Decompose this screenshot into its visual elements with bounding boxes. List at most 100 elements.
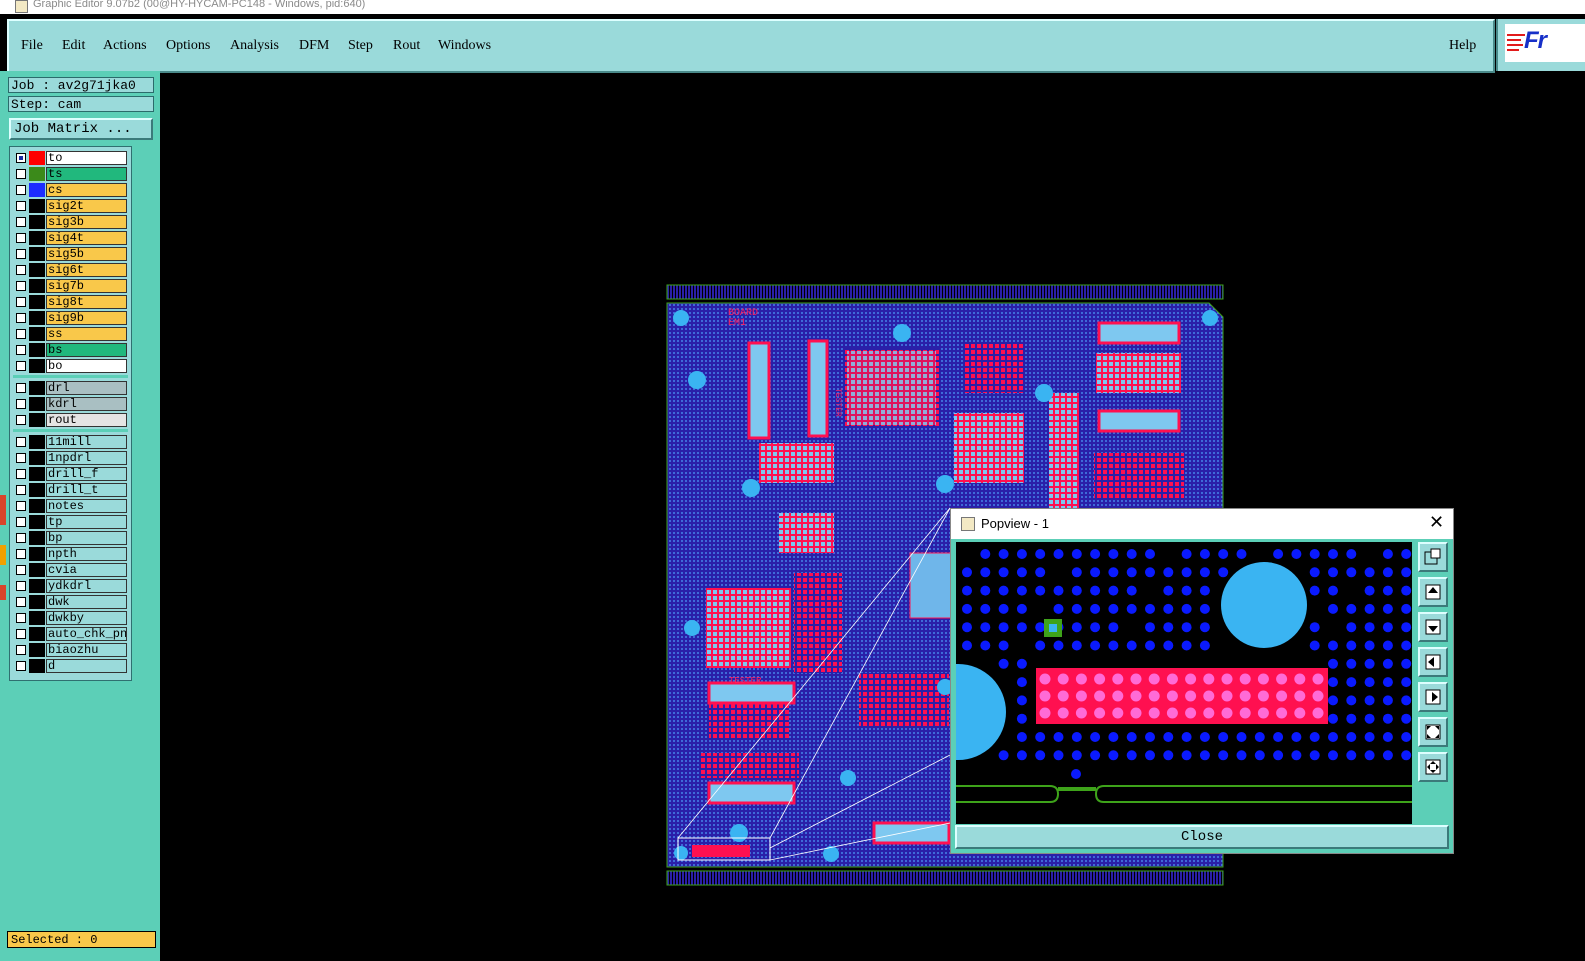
pan-up-button[interactable] (1418, 577, 1448, 607)
layer-color-swatch[interactable] (29, 499, 45, 513)
layer-color-swatch[interactable] (29, 359, 45, 373)
layer-color-swatch[interactable] (29, 167, 45, 181)
pan-left-button[interactable] (1418, 647, 1448, 677)
layer-checkbox[interactable] (16, 201, 26, 211)
menu-edit[interactable]: Edit (62, 38, 85, 54)
layer-row-dwkby[interactable]: dwkby (13, 611, 128, 625)
popview-zoom-button[interactable] (1418, 542, 1448, 572)
layer-row-sig2t[interactable]: sig2t (13, 199, 128, 213)
menu-rout[interactable]: Rout (393, 38, 420, 54)
layer-color-swatch[interactable] (29, 563, 45, 577)
layer-color-swatch[interactable] (29, 547, 45, 561)
layer-row-to[interactable]: to (13, 151, 128, 165)
layer-name[interactable]: drill_f (46, 467, 127, 481)
layer-color-swatch[interactable] (29, 263, 45, 277)
layer-checkbox[interactable] (16, 453, 26, 463)
job-matrix-button[interactable]: Job Matrix ... (9, 118, 153, 140)
layer-checkbox[interactable] (16, 533, 26, 543)
layer-checkbox[interactable] (16, 153, 26, 163)
layer-row-sig4t[interactable]: sig4t (13, 231, 128, 245)
layer-name[interactable]: npth (46, 547, 127, 561)
layer-row-ydkdrl[interactable]: ydkdrl (13, 579, 128, 593)
layer-checkbox[interactable] (16, 565, 26, 575)
layer-row-tp[interactable]: tp (13, 515, 128, 529)
layer-name[interactable]: notes (46, 499, 127, 513)
layer-checkbox[interactable] (16, 437, 26, 447)
menu-analysis[interactable]: Analysis (230, 38, 279, 54)
popview-canvas[interactable] (956, 542, 1412, 824)
layer-checkbox[interactable] (16, 597, 26, 607)
layer-name[interactable]: bs (46, 343, 127, 357)
layer-row-bs[interactable]: bs (13, 343, 128, 357)
layer-color-swatch[interactable] (29, 279, 45, 293)
home-button[interactable] (1418, 752, 1448, 782)
layer-row-d[interactable]: d (13, 659, 128, 673)
layer-color-swatch[interactable] (29, 579, 45, 593)
layer-name[interactable]: kdrl (46, 397, 127, 411)
layer-name[interactable]: drl (46, 381, 127, 395)
layer-row-bp[interactable]: bp (13, 531, 128, 545)
layer-color-swatch[interactable] (29, 295, 45, 309)
layer-checkbox[interactable] (16, 297, 26, 307)
menu-windows[interactable]: Windows (438, 38, 491, 54)
layer-row-notes[interactable]: notes (13, 499, 128, 513)
layer-row-dwk[interactable]: dwk (13, 595, 128, 609)
layer-checkbox[interactable] (16, 345, 26, 355)
layer-checkbox[interactable] (16, 581, 26, 591)
layer-row-rout[interactable]: rout (13, 413, 128, 427)
layer-checkbox[interactable] (16, 517, 26, 527)
fit-button[interactable] (1418, 717, 1448, 747)
layer-name[interactable]: cs (46, 183, 127, 197)
popview-close-button[interactable]: Close (955, 825, 1449, 849)
layer-color-swatch[interactable] (29, 327, 45, 341)
layer-name[interactable]: ts (46, 167, 127, 181)
layer-name[interactable]: d (46, 659, 127, 673)
layer-color-swatch[interactable] (29, 247, 45, 261)
layer-name[interactable]: sig6t (46, 263, 127, 277)
pan-right-button[interactable] (1418, 682, 1448, 712)
layer-checkbox[interactable] (16, 233, 26, 243)
layer-color-swatch[interactable] (29, 515, 45, 529)
layer-row-sig9b[interactable]: sig9b (13, 311, 128, 325)
layer-row-cs[interactable]: cs (13, 183, 128, 197)
layer-color-swatch[interactable] (29, 659, 45, 673)
layer-color-swatch[interactable] (29, 435, 45, 449)
layer-checkbox[interactable] (16, 501, 26, 511)
layer-name[interactable]: cvia (46, 563, 127, 577)
layer-name[interactable]: 1npdrl (46, 451, 127, 465)
layer-row-drl[interactable]: drl (13, 381, 128, 395)
layer-row-drill-f[interactable]: drill_f (13, 467, 128, 481)
layer-color-swatch[interactable] (29, 183, 45, 197)
layer-name[interactable]: ss (46, 327, 127, 341)
layer-name[interactable]: sig8t (46, 295, 127, 309)
layer-row-sig6t[interactable]: sig6t (13, 263, 128, 277)
menu-step[interactable]: Step (348, 38, 373, 54)
layer-row-ss[interactable]: ss (13, 327, 128, 341)
layer-checkbox[interactable] (16, 329, 26, 339)
layer-checkbox[interactable] (16, 645, 26, 655)
layer-color-swatch[interactable] (29, 451, 45, 465)
layer-row-drill-t[interactable]: drill_t (13, 483, 128, 497)
layer-color-swatch[interactable] (29, 595, 45, 609)
pan-down-button[interactable] (1418, 612, 1448, 642)
layer-color-swatch[interactable] (29, 611, 45, 625)
layer-row-kdrl[interactable]: kdrl (13, 397, 128, 411)
layer-name[interactable]: sig3b (46, 215, 127, 229)
layer-color-swatch[interactable] (29, 199, 45, 213)
layer-name[interactable]: 11mill (46, 435, 127, 449)
layer-row-11mill[interactable]: 11mill (13, 435, 128, 449)
layer-name[interactable]: sig9b (46, 311, 127, 325)
layer-checkbox[interactable] (16, 629, 26, 639)
layer-color-swatch[interactable] (29, 483, 45, 497)
layer-color-swatch[interactable] (29, 151, 45, 165)
layer-checkbox[interactable] (16, 281, 26, 291)
menu-options[interactable]: Options (166, 38, 210, 54)
layer-checkbox[interactable] (16, 613, 26, 623)
menu-help[interactable]: Help (1449, 38, 1476, 54)
layer-name[interactable]: sig2t (46, 199, 127, 213)
layer-name[interactable]: sig5b (46, 247, 127, 261)
layer-checkbox[interactable] (16, 169, 26, 179)
layer-row-1npdrl[interactable]: 1npdrl (13, 451, 128, 465)
layer-color-swatch[interactable] (29, 531, 45, 545)
layer-checkbox[interactable] (16, 399, 26, 409)
